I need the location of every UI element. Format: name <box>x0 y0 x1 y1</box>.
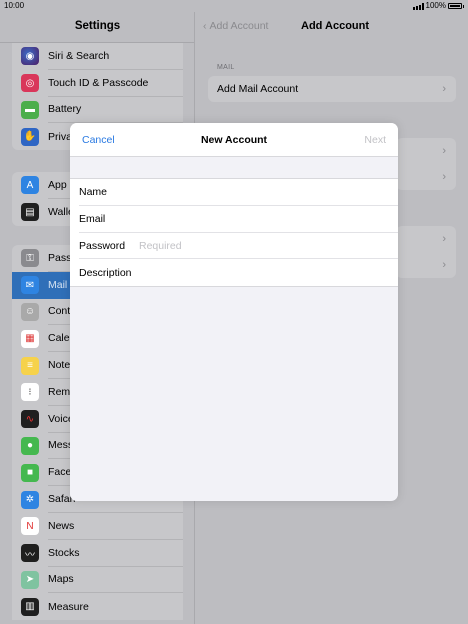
sheet-title: New Account <box>200 134 268 146</box>
sidebar-item-label: Stocks <box>48 540 183 567</box>
email-field-row: Email <box>70 206 398 233</box>
chevron-right-icon: › <box>442 83 446 95</box>
facetime-icon: ■ <box>21 463 39 482</box>
measure-icon: ▥ <box>21 597 39 616</box>
description-input[interactable] <box>139 266 339 279</box>
sidebar-item-label: News <box>48 513 183 540</box>
chevron-right-icon: › <box>442 259 446 271</box>
sidebar-item-label: Maps <box>48 567 183 594</box>
voice-memos-icon: ∿ <box>21 410 39 429</box>
back-button[interactable]: ‹ Add Account <box>203 20 268 32</box>
account-form: Name Email Password Description <box>70 178 398 288</box>
password-label: Password <box>79 239 126 252</box>
wifi-signal-icon <box>412 2 424 10</box>
chevron-left-icon: ‹ <box>203 20 207 32</box>
sidebar-item-label: Touch ID & Passcode <box>48 70 183 97</box>
app-store-icon: A <box>21 176 39 195</box>
status-indicators: 100% <box>412 0 464 12</box>
account-option-row[interactable]: › <box>396 164 456 190</box>
sidebar-item-maps[interactable]: ➤ Maps <box>12 567 183 594</box>
back-button-label: Add Account <box>209 20 269 32</box>
name-field-row: Name <box>70 179 398 206</box>
battery-icon: ▬ <box>21 100 39 119</box>
account-option-row[interactable]: › <box>396 252 456 278</box>
sidebar-title: Settings <box>74 20 121 32</box>
name-label: Name <box>79 186 108 199</box>
section-label-mail: MAIL <box>217 64 235 71</box>
email-label: Email <box>79 213 106 226</box>
sidebar-item-stocks[interactable]: 〰 Stocks <box>12 540 183 567</box>
status-time: 10:00 <box>4 1 25 10</box>
new-account-sheet: Cancel New Account Next Name Email Passw… <box>70 123 398 501</box>
sidebar-item-battery[interactable]: ▬ Battery <box>12 97 183 124</box>
sidebar-item-label: Measure <box>48 600 89 613</box>
sidebar-item-siri[interactable]: ◉ Siri & Search <box>12 43 183 70</box>
fingerprint-icon: ◎ <box>21 74 39 93</box>
sheet-header: Cancel New Account Next <box>70 123 398 157</box>
mail-icon: ✉ <box>21 276 39 295</box>
account-option-row[interactable]: › <box>396 138 456 164</box>
stocks-icon: 〰 <box>21 544 39 563</box>
reminders-icon: ⁝ <box>21 383 39 402</box>
calendar-icon: ▦ <box>21 329 39 348</box>
key-icon: ⚿ <box>21 249 39 268</box>
email-input[interactable] <box>139 213 339 226</box>
battery-percent: 100% <box>425 1 446 10</box>
contacts-icon: ☺ <box>21 302 39 321</box>
sidebar-item-news[interactable]: N News <box>12 513 183 540</box>
add-mail-account-label: Add Mail Account <box>217 83 299 95</box>
privacy-hand-icon: ✋ <box>21 127 39 146</box>
maps-icon: ➤ <box>21 570 39 589</box>
page-title: Add Account <box>301 20 370 32</box>
sidebar-item-touch-id[interactable]: ◎ Touch ID & Passcode <box>12 70 183 97</box>
status-bar: 10:00 100% <box>0 0 468 12</box>
sidebar-item-label: Battery <box>48 97 183 124</box>
chevron-right-icon: › <box>442 145 446 157</box>
account-option-row[interactable]: › <box>396 226 456 252</box>
siri-icon: ◉ <box>21 47 39 66</box>
password-field-row: Password <box>70 233 398 260</box>
password-input[interactable] <box>139 239 339 252</box>
sidebar-item-label: Siri & Search <box>48 43 183 70</box>
safari-icon: ✲ <box>21 490 39 509</box>
notes-icon: ≡ <box>21 356 39 375</box>
add-mail-account-button[interactable]: Add Mail Account › <box>208 76 456 102</box>
wallet-icon: ▤ <box>21 203 39 222</box>
news-icon: N <box>21 517 39 536</box>
next-button[interactable]: Next <box>364 134 386 146</box>
messages-icon: ● <box>21 436 39 455</box>
chevron-right-icon: › <box>442 171 446 183</box>
name-input[interactable] <box>139 186 339 199</box>
description-field-row: Description <box>70 259 398 286</box>
description-label: Description <box>79 266 132 279</box>
sidebar-item-measure[interactable]: ▥ Measure <box>12 593 183 620</box>
chevron-right-icon: › <box>442 233 446 245</box>
battery-status-icon <box>448 3 464 9</box>
